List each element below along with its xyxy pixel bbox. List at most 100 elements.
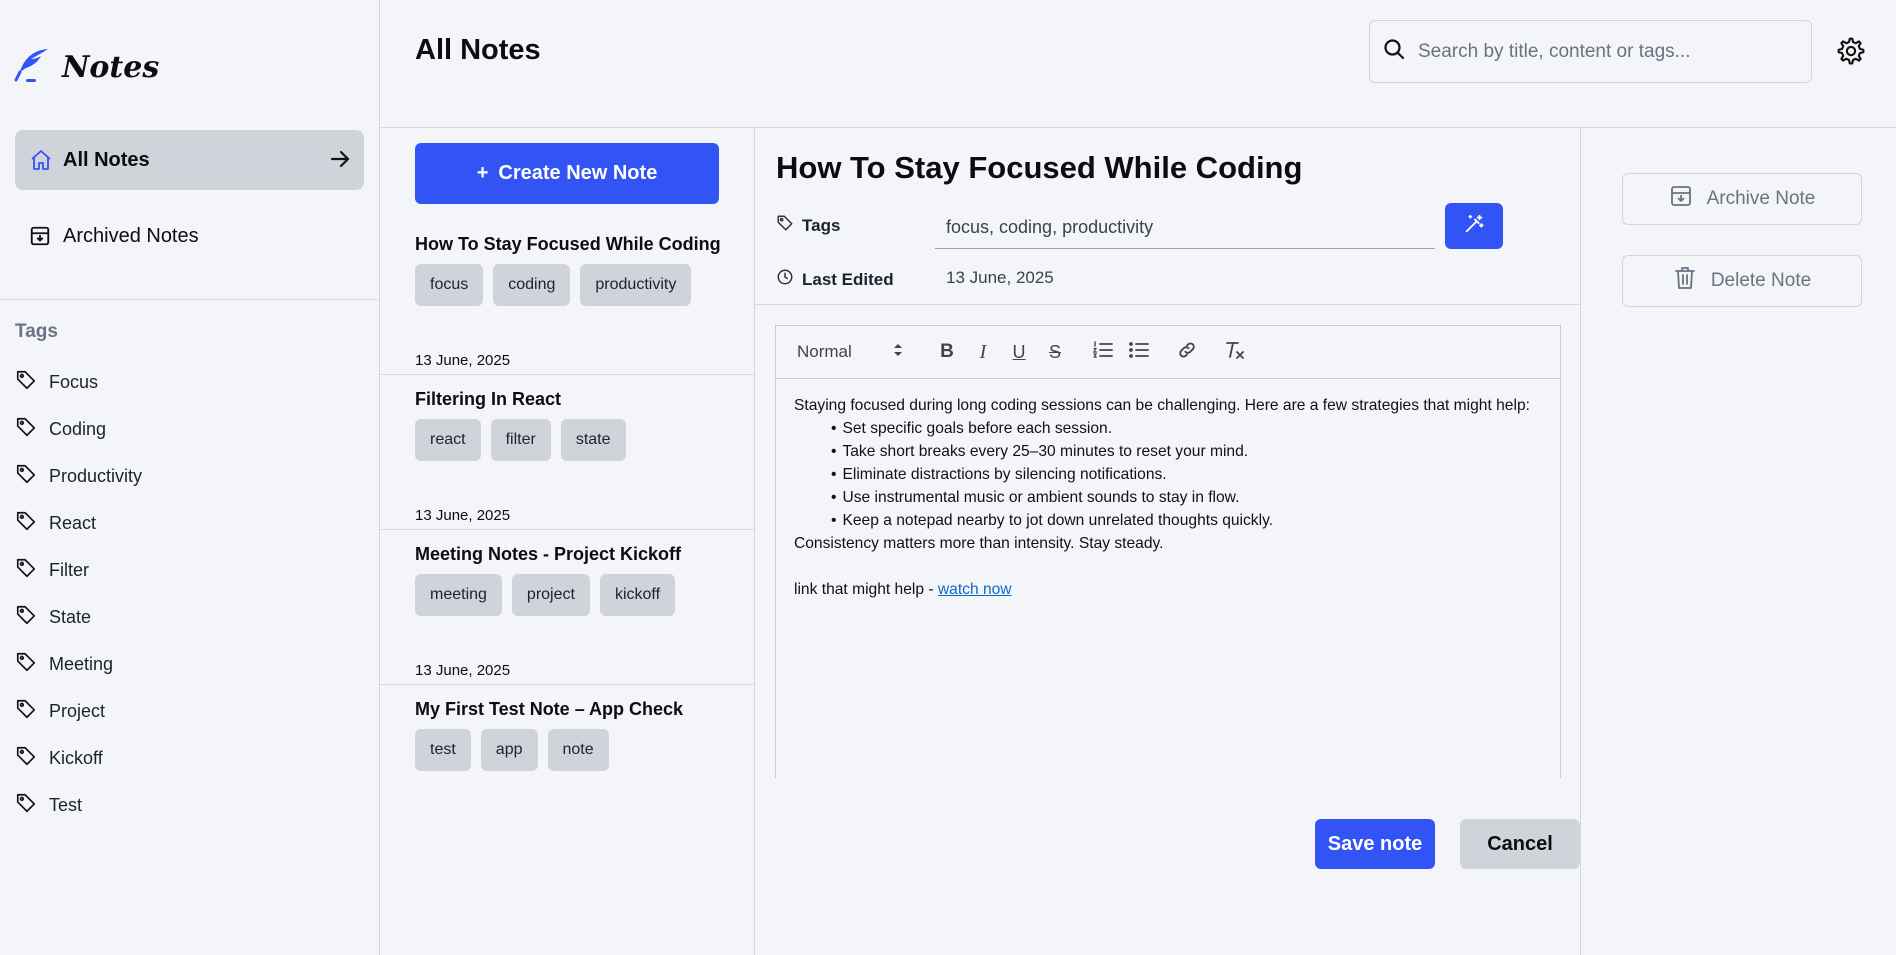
link-prefix: link that might help - — [794, 581, 938, 598]
nav-all-notes-label: All Notes — [63, 148, 150, 171]
strike-button[interactable]: S — [1037, 334, 1073, 370]
sidebar: Notes All Notes Archived Notes Tags Focu… — [0, 0, 380, 955]
plus-icon: + — [476, 162, 489, 184]
tag-icon — [15, 557, 37, 584]
sidebar-tag-label: Productivity — [49, 466, 143, 486]
format-select[interactable]: Normal — [797, 342, 917, 362]
ordered-list-button[interactable] — [1085, 334, 1121, 370]
editor-toolbar: Normal B I U S — [775, 325, 1561, 379]
settings-button[interactable] — [1836, 36, 1866, 71]
delete-note-label: Delete Note — [1710, 270, 1812, 291]
tag-icon — [15, 651, 37, 678]
tag-icon — [776, 214, 794, 237]
italic-button[interactable]: I — [965, 334, 1001, 370]
editor-divider — [755, 304, 1580, 305]
watch-now-link[interactable]: watch now — [938, 581, 1012, 598]
sidebar-tag-react[interactable]: React — [15, 500, 355, 547]
search-box[interactable] — [1369, 20, 1812, 83]
tag-icon — [15, 510, 37, 537]
note-tag-chip: coding — [493, 264, 571, 306]
tags-label-row: Tags — [776, 214, 840, 237]
note-actions-panel: Archive Note Delete Note — [1580, 128, 1896, 955]
archive-icon — [29, 224, 53, 248]
note-card-date: 13 June, 2025 — [415, 352, 511, 369]
editor-closing: Consistency matters more than intensity.… — [794, 535, 1164, 552]
notes-list-panel: + Create New Note How To Stay Focused Wh… — [380, 128, 755, 955]
sidebar-tag-label: Kickoff — [49, 748, 103, 768]
search-icon — [1382, 37, 1406, 66]
select-arrows-icon — [893, 342, 903, 362]
note-card[interactable]: Filtering In React react filter state 13 Jun… — [380, 375, 755, 530]
page-title: All Notes — [415, 34, 541, 66]
note-card[interactable]: Meeting Notes - Project Kickoff meeting pr… — [380, 530, 755, 685]
archive-note-button[interactable]: Archive Note — [1622, 173, 1862, 225]
magic-wand-icon — [1463, 213, 1485, 240]
note-card-tags: meeting project kickoff — [415, 574, 676, 616]
note-title[interactable]: How To Stay Focused While Coding — [776, 150, 1302, 186]
note-card-tags: test app note — [415, 729, 609, 771]
tag-icon — [15, 369, 37, 396]
last-edited-value: 13 June, 2025 — [946, 268, 1054, 287]
sidebar-tag-filter[interactable]: Filter — [15, 547, 355, 594]
ordered-list-icon — [1092, 340, 1113, 364]
bold-button[interactable]: B — [929, 334, 965, 370]
archive-note-label: Archive Note — [1706, 188, 1816, 209]
tags-field[interactable] — [935, 207, 1435, 249]
clear-format-icon — [1224, 340, 1246, 365]
format-select-value: Normal — [797, 342, 852, 361]
underline-icon: U — [1012, 341, 1026, 362]
bullet-list-icon — [1129, 341, 1149, 364]
nav-all-notes[interactable]: All Notes — [15, 130, 364, 190]
nav-archived-notes[interactable]: Archived Notes — [15, 206, 364, 266]
sidebar-tag-productivity[interactable]: Productivity — [15, 453, 355, 500]
app-logo[interactable]: Notes — [14, 46, 159, 89]
bullet-list-button[interactable] — [1121, 334, 1157, 370]
save-note-button[interactable]: Save note — [1315, 819, 1435, 869]
cancel-button[interactable]: Cancel — [1460, 819, 1580, 869]
note-card-title: How To Stay Focused While Coding — [415, 234, 721, 254]
home-icon — [29, 148, 53, 172]
sidebar-tag-meeting[interactable]: Meeting — [15, 641, 355, 688]
note-card[interactable]: How To Stay Focused While Coding focus cod… — [380, 220, 755, 375]
clear-format-button[interactable] — [1217, 334, 1253, 370]
sidebar-tag-kickoff[interactable]: Kickoff — [15, 735, 355, 782]
note-tag-chip: focus — [415, 264, 484, 306]
editor-link-line: link that might help - watch now — [794, 578, 1542, 601]
sidebar-tag-project[interactable]: Project — [15, 688, 355, 735]
sidebar-tag-label: Project — [49, 701, 106, 721]
strikethrough-icon: S — [1048, 341, 1061, 362]
link-icon — [1177, 340, 1197, 365]
delete-note-button[interactable]: Delete Note — [1622, 255, 1862, 307]
tag-icon — [15, 698, 37, 725]
note-tag-chip: productivity — [580, 264, 692, 306]
editor-empty-line — [794, 555, 1542, 578]
note-card[interactable]: My First Test Note – App Check test app not… — [380, 685, 755, 786]
note-card-date: 13 June, 2025 — [415, 507, 511, 524]
generate-tags-button[interactable] — [1445, 203, 1503, 249]
underline-button[interactable]: U — [1001, 334, 1037, 370]
link-button[interactable] — [1169, 334, 1205, 370]
tags-heading: Tags — [15, 321, 58, 342]
sidebar-tag-coding[interactable]: Coding — [15, 406, 355, 453]
sidebar-tag-label: React — [49, 513, 97, 533]
note-card-tags: focus coding productivity — [415, 264, 692, 306]
sidebar-tag-state[interactable]: State — [15, 594, 355, 641]
editor-bullet-list: Set specific goals before each session.T… — [794, 417, 1542, 532]
arrow-right-icon — [328, 147, 352, 177]
sidebar-tag-focus[interactable]: Focus — [15, 359, 355, 406]
last-edited-row: Last Edited — [776, 268, 894, 291]
note-tag-chip: state — [560, 419, 626, 461]
feather-icon — [14, 46, 52, 89]
note-tag-chip: test — [415, 729, 471, 771]
sidebar-tag-test[interactable]: Test — [15, 782, 355, 829]
search-input[interactable] — [1418, 40, 1798, 63]
note-card-title: My First Test Note – App Check — [415, 699, 684, 719]
create-note-label: Create New Note — [498, 162, 658, 184]
editor-content[interactable]: Staying focused during long coding sessi… — [775, 378, 1561, 778]
editor-bullet-item: Take short breaks every 25–30 minutes to… — [831, 440, 1542, 463]
notes-list[interactable]: How To Stay Focused While Coding focus cod… — [380, 220, 755, 786]
note-tag-chip: kickoff — [599, 574, 676, 616]
sidebar-tag-label: Test — [49, 795, 83, 815]
tag-icon — [15, 792, 37, 819]
create-note-button[interactable]: + Create New Note — [415, 143, 719, 204]
